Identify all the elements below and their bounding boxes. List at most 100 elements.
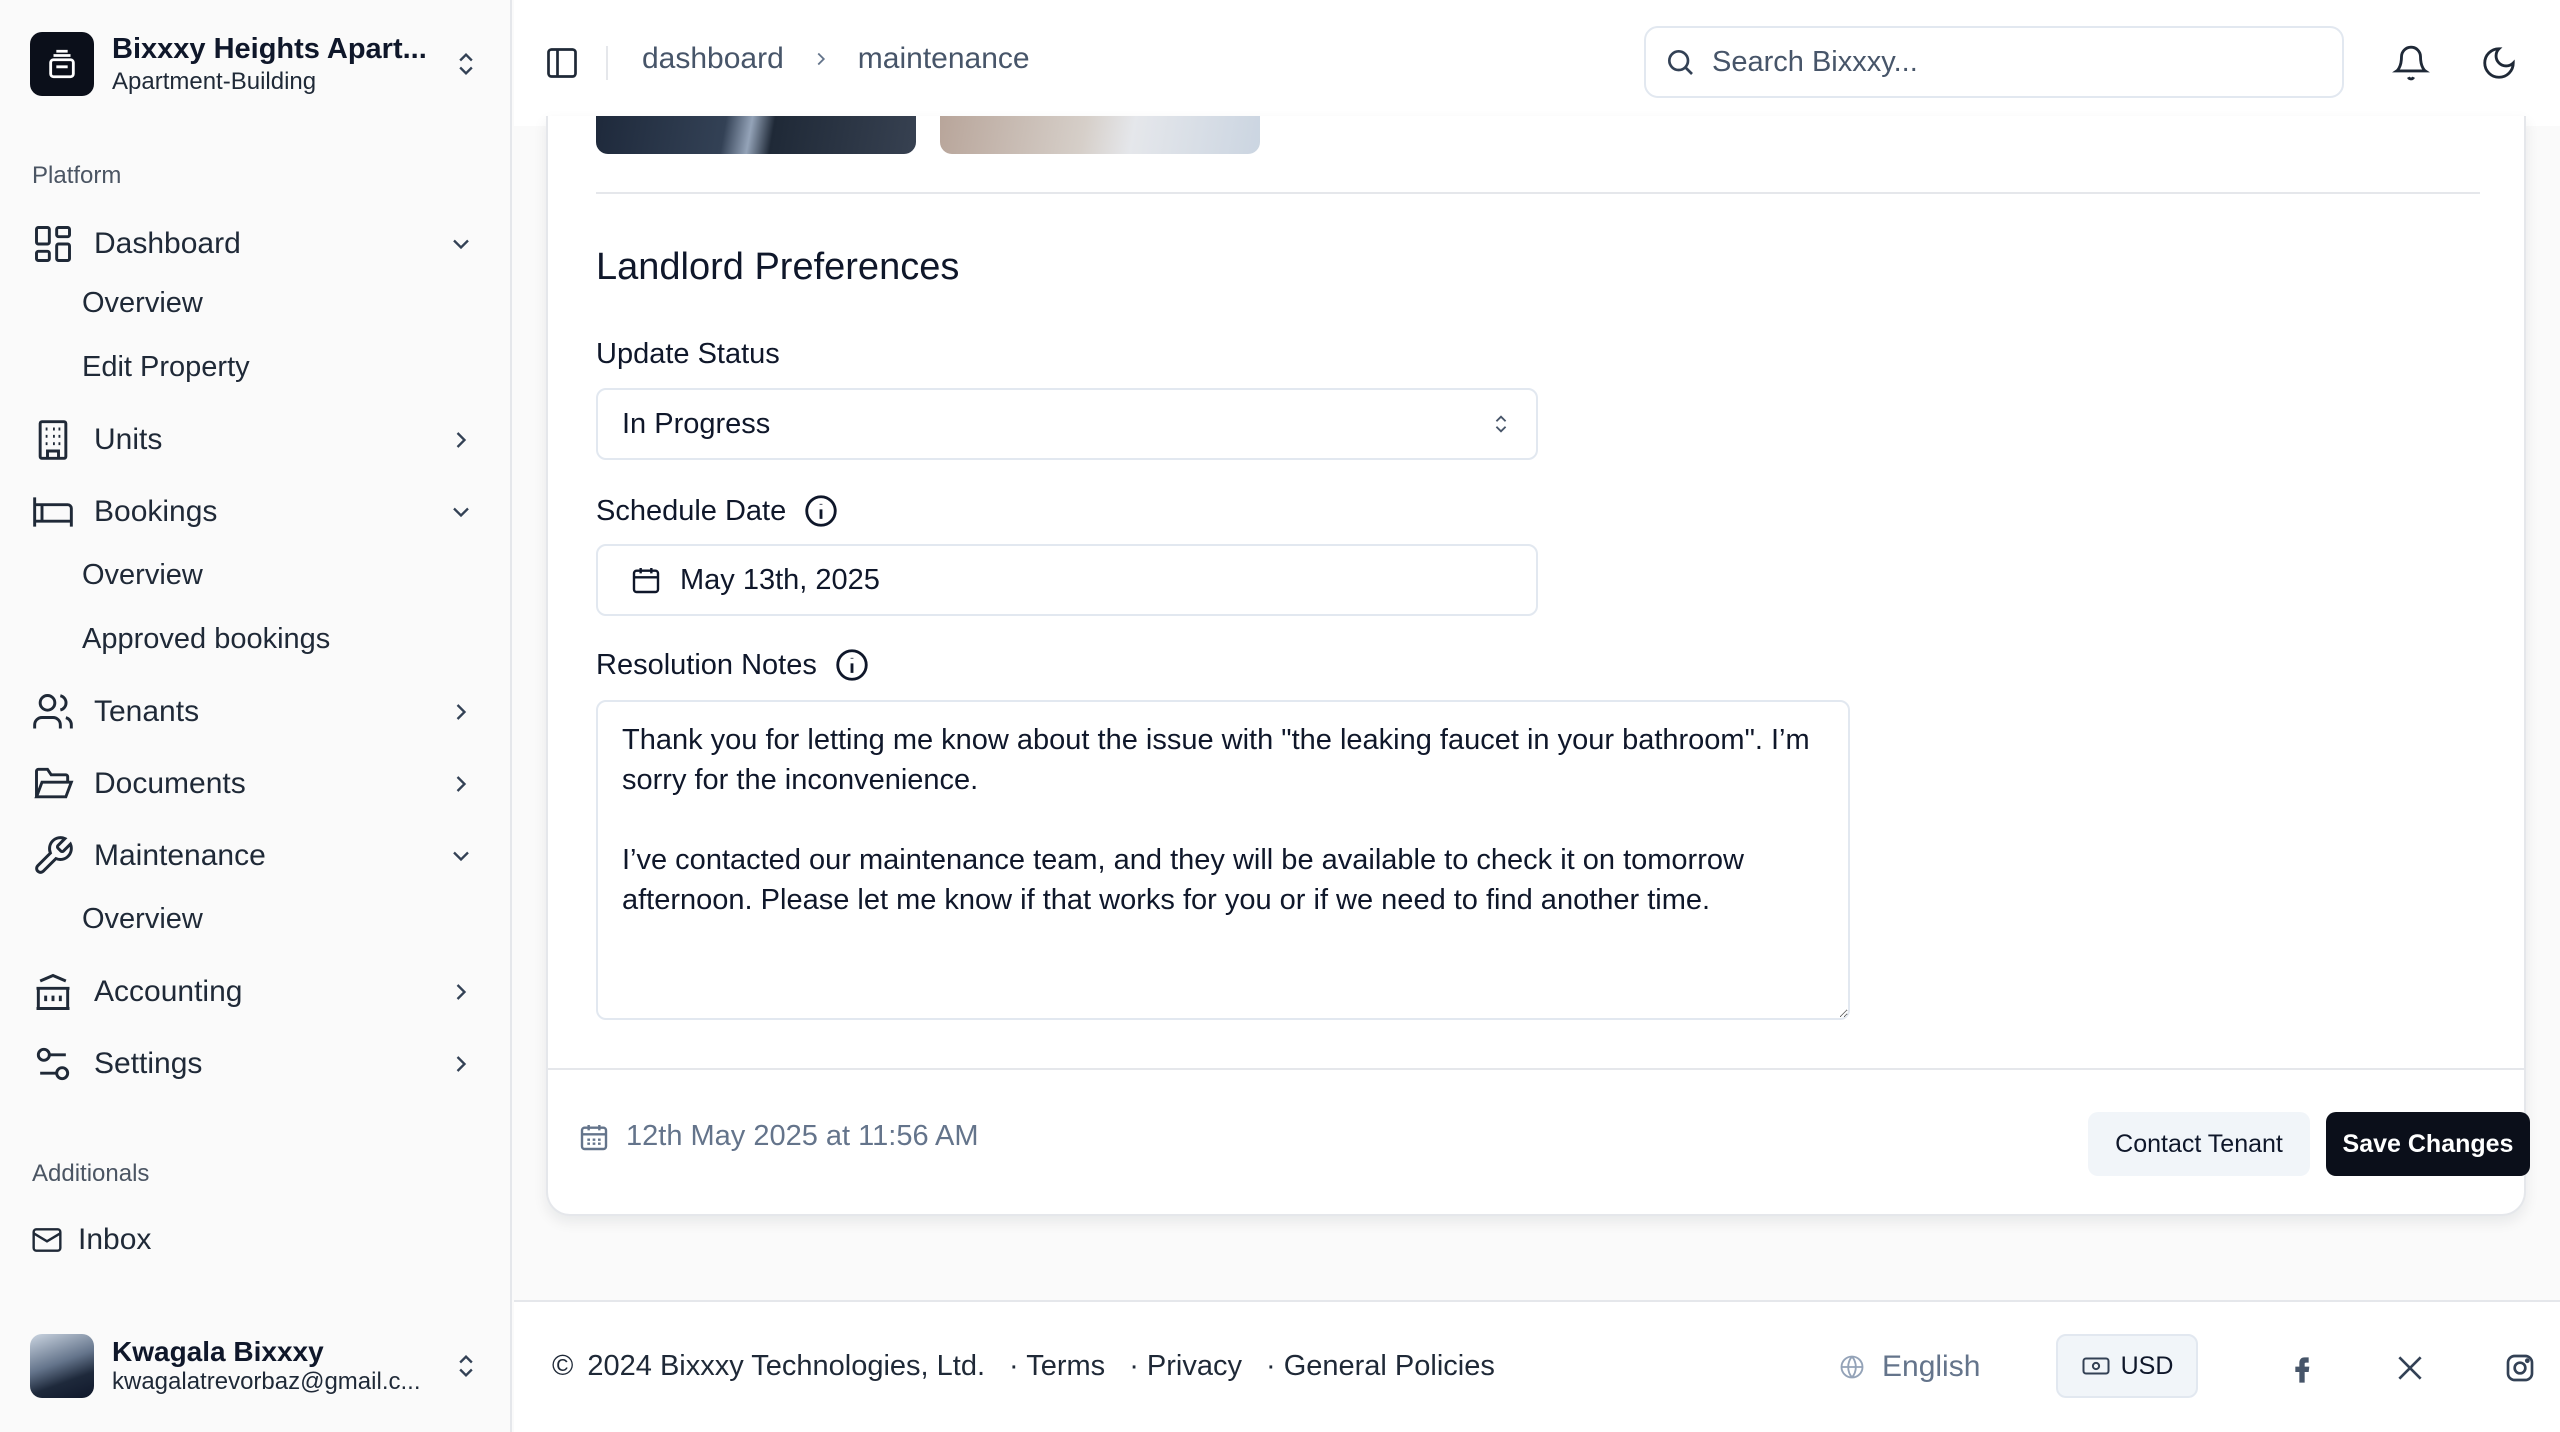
save-changes-button[interactable]: Save Changes xyxy=(2326,1112,2530,1176)
sidebar-item-units[interactable]: Units xyxy=(30,412,485,468)
avatar xyxy=(30,1334,94,1398)
attachment-thumbnail[interactable] xyxy=(940,116,1260,154)
sidebar: Bixxxy Heights Apart... Apartment-Buildi… xyxy=(0,0,512,1432)
banknote-icon xyxy=(2082,1357,2110,1375)
calendar-icon xyxy=(632,568,660,594)
chevron-right-icon xyxy=(817,52,825,66)
sidebar-toggle-icon[interactable] xyxy=(544,45,580,81)
sidebar-item-label: Accounting xyxy=(94,975,243,1008)
sidebar-subitem-dashboard-overview[interactable]: Overview xyxy=(82,278,203,328)
calendar-grid-icon xyxy=(580,1124,608,1150)
currency-label: USD xyxy=(2120,1351,2174,1380)
org-logo-icon xyxy=(30,32,94,96)
attachment-thumbnail[interactable] xyxy=(596,116,916,154)
divider xyxy=(548,1068,2524,1070)
chevrons-up-down-icon xyxy=(459,53,473,75)
language-selector[interactable]: English xyxy=(1838,1350,1980,1384)
sidebar-item-label: Documents xyxy=(94,767,246,800)
main-content: Landlord Preferences Update Status In Pr… xyxy=(514,116,2560,1432)
sidebar-item-inbox[interactable]: Inbox xyxy=(30,1212,485,1268)
chevrons-up-down-icon xyxy=(459,1355,473,1377)
general-policies-link[interactable]: · General Policies xyxy=(1266,1350,1495,1383)
sidebar-item-bookings[interactable]: Bookings xyxy=(30,484,485,540)
bank-icon xyxy=(30,969,76,1015)
schedule-date-value: May 13th, 2025 xyxy=(680,563,880,596)
sidebar-subitem-bookings-overview[interactable]: Overview xyxy=(82,550,203,600)
sidebar-item-label: Units xyxy=(94,423,163,456)
request-timestamp: 12th May 2025 at 11:56 AM xyxy=(578,1120,979,1153)
schedule-date-picker[interactable]: May 13th, 2025 xyxy=(596,544,1538,616)
sidebar-item-label: Bookings xyxy=(94,495,218,528)
chevron-right-icon xyxy=(456,704,467,720)
status-select-value: In Progress xyxy=(622,407,771,440)
notes-label: Resolution Notes xyxy=(596,646,871,684)
notes-label-text: Resolution Notes xyxy=(596,648,817,681)
search-icon xyxy=(1668,50,1693,75)
facebook-icon[interactable] xyxy=(2286,1352,2318,1384)
section-title: Landlord Preferences xyxy=(596,246,960,288)
language-label: English xyxy=(1882,1350,1981,1383)
sidebar-subitem-edit-property[interactable]: Edit Property xyxy=(82,342,250,392)
breadcrumb-item-maintenance[interactable]: maintenance xyxy=(858,42,1030,76)
info-icon[interactable] xyxy=(802,492,840,530)
sidebar-subitem-approved-bookings[interactable]: Approved bookings xyxy=(82,614,330,664)
wrench-icon xyxy=(30,833,76,879)
sidebar-item-label: Settings xyxy=(94,1047,203,1080)
info-icon[interactable] xyxy=(833,646,871,684)
copyright-icon: © xyxy=(552,1350,574,1382)
privacy-link[interactable]: · Privacy xyxy=(1129,1350,1242,1383)
moon-icon[interactable] xyxy=(2480,44,2518,82)
footer-legal: © 2024 Bixxxy Technologies, Ltd. · Terms… xyxy=(552,1350,1495,1383)
sidebar-subitem-maintenance-overview[interactable]: Overview xyxy=(82,894,203,944)
chevron-right-icon xyxy=(456,776,467,792)
status-label-text: Update Status xyxy=(596,338,780,370)
sidebar-item-label: Inbox xyxy=(78,1223,152,1256)
chevron-down-icon xyxy=(453,851,469,862)
resolution-notes-textarea[interactable]: Thank you for letting me know about the … xyxy=(596,700,1850,1020)
bell-icon[interactable] xyxy=(2392,44,2430,82)
sidebar-item-documents[interactable]: Documents xyxy=(30,756,485,812)
group-label-platform: Platform xyxy=(32,162,122,189)
dashboard-icon xyxy=(30,221,76,267)
globe-icon xyxy=(1840,1355,1864,1379)
copyright-text: 2024 Bixxxy Technologies, Ltd. xyxy=(587,1350,986,1382)
search-box[interactable] xyxy=(1644,26,2344,98)
timestamp-text: 12th May 2025 at 11:56 AM xyxy=(626,1120,979,1152)
mail-icon xyxy=(30,1217,64,1263)
chevron-down-icon xyxy=(453,507,469,518)
sidebar-item-maintenance[interactable]: Maintenance xyxy=(30,828,485,884)
user-email: kwagalatrevorbaz@gmail.c... xyxy=(112,1368,421,1395)
page-footer: © 2024 Bixxxy Technologies, Ltd. · Terms… xyxy=(514,1300,2560,1432)
chevron-down-icon xyxy=(453,239,469,250)
user-name: Kwagala Bixxxy xyxy=(112,1336,324,1367)
user-menu[interactable]: Kwagala Bixxxy kwagalatrevorbaz@gmail.c.… xyxy=(30,1330,480,1402)
sidebar-item-dashboard[interactable]: Dashboard xyxy=(30,216,485,272)
contact-tenant-button[interactable]: Contact Tenant xyxy=(2088,1112,2310,1176)
sidebar-item-tenants[interactable]: Tenants xyxy=(30,684,485,740)
sidebar-item-settings[interactable]: Settings xyxy=(30,1036,485,1092)
building-icon xyxy=(30,417,76,463)
top-header: dashboard maintenance xyxy=(514,0,2560,126)
schedule-label: Schedule Date xyxy=(596,492,840,530)
org-type: Apartment-Building xyxy=(112,67,317,95)
divider xyxy=(596,192,2480,194)
users-icon xyxy=(30,689,76,735)
currency-selector[interactable]: USD xyxy=(2056,1334,2198,1398)
sidebar-item-accounting[interactable]: Accounting xyxy=(30,964,485,1020)
chevron-right-icon xyxy=(456,432,467,448)
instagram-icon[interactable] xyxy=(2504,1352,2536,1384)
maintenance-request-card: Landlord Preferences Update Status In Pr… xyxy=(546,116,2530,1216)
x-twitter-icon[interactable] xyxy=(2394,1352,2426,1384)
sidebar-item-label: Tenants xyxy=(94,695,200,728)
chevrons-up-down-icon xyxy=(1495,415,1507,433)
terms-link[interactable]: · Terms xyxy=(1009,1350,1105,1383)
group-label-additionals: Additionals xyxy=(32,1160,150,1187)
breadcrumb-item-dashboard[interactable]: dashboard xyxy=(642,42,784,76)
org-switcher[interactable]: Bixxxy Heights Apart... Apartment-Buildi… xyxy=(30,28,480,100)
header-divider xyxy=(606,46,608,80)
breadcrumb: dashboard maintenance xyxy=(642,42,1030,76)
status-select[interactable]: In Progress xyxy=(596,388,1538,460)
sidebar-item-label: Dashboard xyxy=(94,227,241,260)
search-input[interactable] xyxy=(1712,45,2272,79)
schedule-label-text: Schedule Date xyxy=(596,494,787,527)
